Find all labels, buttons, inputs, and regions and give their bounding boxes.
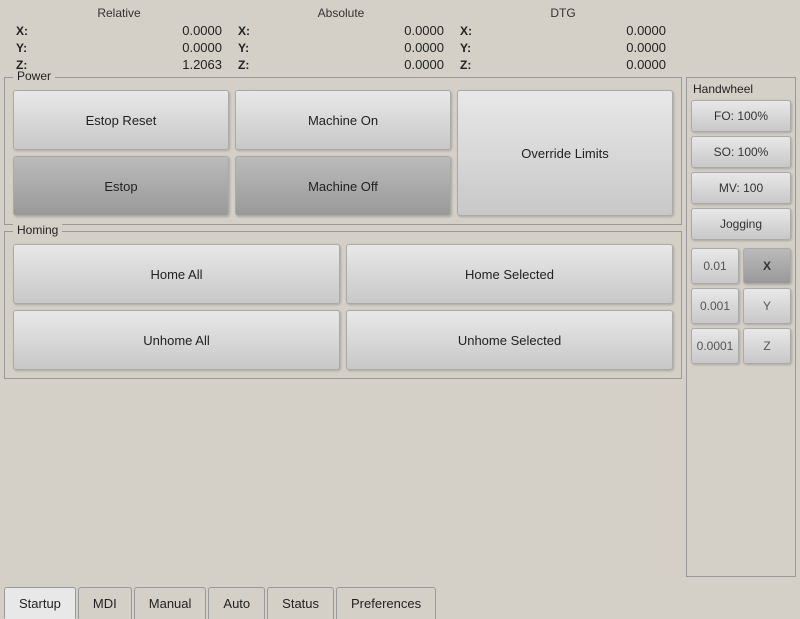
dtg-x-value: 0.0000 (596, 23, 666, 38)
tab-preferences[interactable]: Preferences (336, 587, 436, 619)
handwheel-panel: Handwheel FO: 100% SO: 100% MV: 100 Jogg… (686, 77, 796, 577)
tab-mdi[interactable]: MDI (78, 587, 132, 619)
jogging-button[interactable]: Jogging (691, 208, 791, 240)
home-selected-button[interactable]: Home Selected (346, 244, 673, 304)
dtg-x-row: X: 0.0000 (452, 22, 674, 39)
absolute-x-row: X: 0.0000 (230, 22, 452, 39)
so-button[interactable]: SO: 100% (691, 136, 791, 168)
dtg-z-value: 0.0000 (596, 57, 666, 72)
absolute-header: Absolute (230, 6, 452, 20)
dtg-y-value: 0.0000 (596, 40, 666, 55)
absolute-y-value: 0.0000 (374, 40, 444, 55)
hw-axis-grid: 0.01 X 0.001 Y 0.0001 Z (691, 248, 791, 364)
inc-01-button[interactable]: 0.01 (691, 248, 739, 284)
relative-header: Relative (8, 6, 230, 20)
coords-area: Relative X: 0.0000 Y: 0.0000 Z: 1.2063 A… (0, 0, 800, 77)
dtg-y-row: Y: 0.0000 (452, 39, 674, 56)
relative-x-value: 0.0000 (152, 23, 222, 38)
absolute-group: Absolute X: 0.0000 Y: 0.0000 Z: 0.0000 (230, 6, 452, 73)
estop-reset-button[interactable]: Estop Reset (13, 90, 229, 150)
tab-startup[interactable]: Startup (4, 587, 76, 619)
axis-y-button[interactable]: Y (743, 288, 791, 324)
home-all-button[interactable]: Home All (13, 244, 340, 304)
power-group: Power Estop Reset Machine On Override Li… (4, 77, 682, 225)
handwheel-spacer (674, 6, 792, 73)
absolute-x-label: X: (238, 24, 258, 38)
dtg-group: DTG X: 0.0000 Y: 0.0000 Z: 0.0000 (452, 6, 674, 73)
dtg-y-label: Y: (460, 41, 480, 55)
absolute-z-row: Z: 0.0000 (230, 56, 452, 73)
homing-group: Homing Home All Home Selected Unhome All… (4, 231, 682, 379)
dtg-z-label: Z: (460, 58, 480, 72)
inc-0001-button[interactable]: 0.0001 (691, 328, 739, 364)
override-limits-button[interactable]: Override Limits (457, 90, 673, 216)
tab-auto[interactable]: Auto (208, 587, 265, 619)
machine-on-button[interactable]: Machine On (235, 90, 451, 150)
relative-y-label: Y: (16, 41, 36, 55)
homing-title: Homing (13, 223, 62, 237)
power-title: Power (13, 69, 55, 83)
relative-group: Relative X: 0.0000 Y: 0.0000 Z: 1.2063 (8, 6, 230, 73)
unhome-selected-button[interactable]: Unhome Selected (346, 310, 673, 370)
axis-x-button[interactable]: X (743, 248, 791, 284)
relative-x-row: X: 0.0000 (8, 22, 230, 39)
dtg-z-row: Z: 0.0000 (452, 56, 674, 73)
absolute-z-value: 0.0000 (374, 57, 444, 72)
absolute-y-row: Y: 0.0000 (230, 39, 452, 56)
tab-bar: Startup MDI Manual Auto Status Preferenc… (0, 577, 800, 619)
absolute-y-label: Y: (238, 41, 258, 55)
unhome-all-button[interactable]: Unhome All (13, 310, 340, 370)
estop-button[interactable]: Estop (13, 156, 229, 216)
absolute-x-value: 0.0000 (374, 23, 444, 38)
inc-001-button[interactable]: 0.001 (691, 288, 739, 324)
middle-section: Power Estop Reset Machine On Override Li… (0, 77, 800, 577)
relative-y-value: 0.0000 (152, 40, 222, 55)
homing-grid: Home All Home Selected Unhome All Unhome… (13, 244, 673, 370)
dtg-x-label: X: (460, 24, 480, 38)
left-panel: Power Estop Reset Machine On Override Li… (4, 77, 682, 577)
tab-manual[interactable]: Manual (134, 587, 207, 619)
mv-button[interactable]: MV: 100 (691, 172, 791, 204)
tab-status[interactable]: Status (267, 587, 334, 619)
relative-y-row: Y: 0.0000 (8, 39, 230, 56)
dtg-header: DTG (452, 6, 674, 20)
main-container: Relative X: 0.0000 Y: 0.0000 Z: 1.2063 A… (0, 0, 800, 619)
fo-button[interactable]: FO: 100% (691, 100, 791, 132)
relative-z-value: 1.2063 (152, 57, 222, 72)
machine-off-button[interactable]: Machine Off (235, 156, 451, 216)
absolute-z-label: Z: (238, 58, 258, 72)
relative-x-label: X: (16, 24, 36, 38)
power-grid: Estop Reset Machine On Override Limits E… (13, 90, 673, 216)
handwheel-title: Handwheel (691, 82, 791, 96)
axis-z-button[interactable]: Z (743, 328, 791, 364)
